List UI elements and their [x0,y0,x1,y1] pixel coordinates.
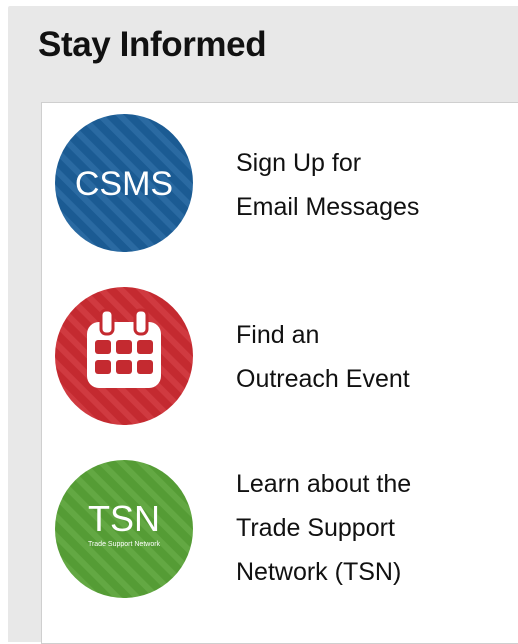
calendar-icon [55,287,193,425]
stay-informed-panel: Stay Informed CSMS Sign Up for Email Mes… [8,6,518,644]
label-line: Outreach Event [236,365,410,393]
outreach-event-label: Find an Outreach Event [236,313,410,401]
label-line: Sign Up for [236,149,362,177]
label-line: Trade Support [236,514,395,542]
tsn-learn-label: Learn about the Trade Support Network (T… [236,462,411,594]
outreach-event-link[interactable]: Find an Outreach Event [54,286,504,431]
tsn-icon-subtext: Trade Support Network [88,541,161,548]
csms-signup-label: Sign Up for Email Messages [236,141,419,229]
label-line: Find an [236,321,320,349]
tsn-learn-link[interactable]: TSN Trade Support Network Learn about th… [54,459,504,604]
csms-icon-text: CSMS [75,165,173,203]
label-line: Network (TSN) [236,558,402,586]
label-line: Email Messages [236,193,420,221]
tsn-icon-text: TSN [88,498,160,539]
label-line: Learn about the [236,470,412,498]
tsn-icon: TSN Trade Support Network [55,460,193,598]
csms-icon: CSMS [55,114,193,252]
csms-signup-link[interactable]: CSMS Sign Up for Email Messages [54,113,504,258]
panel-title: Stay Informed [38,25,267,64]
links-card: CSMS Sign Up for Email Messages Find an … [41,102,518,644]
